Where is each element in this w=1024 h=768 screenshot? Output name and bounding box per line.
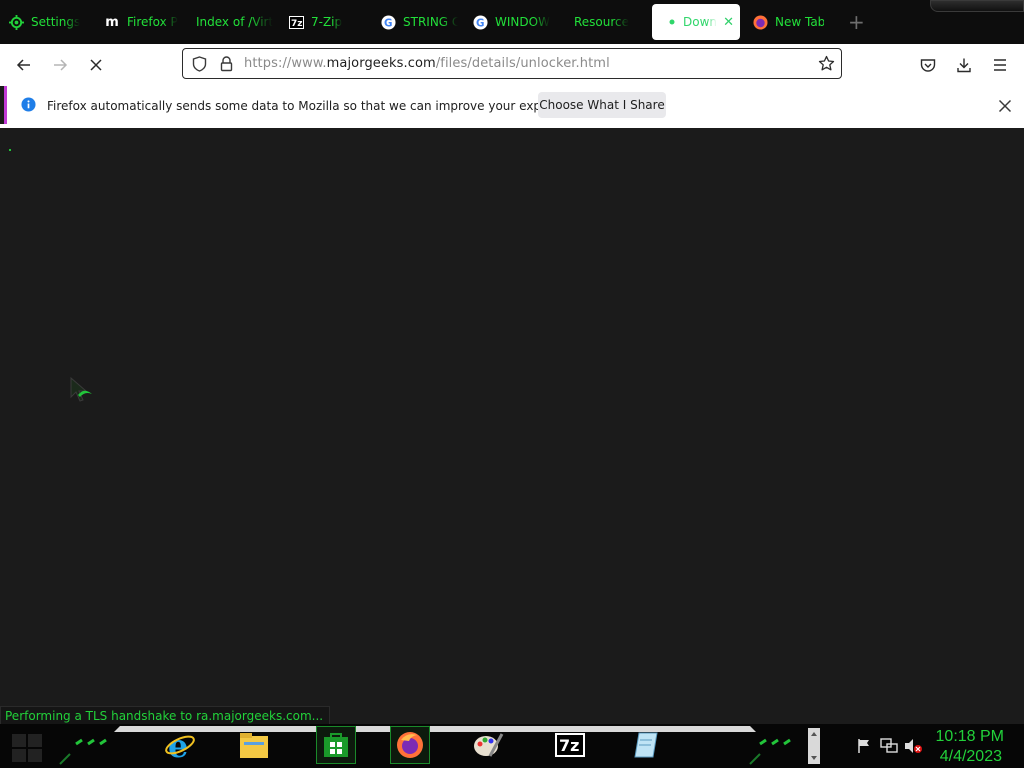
page-content[interactable] [0, 128, 1024, 724]
url-prefix: https://www. [244, 56, 327, 71]
gear-icon [8, 14, 24, 30]
paint-icon[interactable] [468, 726, 508, 764]
tab-label: STRING C [403, 15, 458, 29]
notification-message: Firefox automatically sends some data to… [47, 99, 590, 113]
close-icon[interactable] [998, 98, 1012, 117]
svg-text:e: e [168, 729, 188, 761]
internet-explorer-icon[interactable]: e [160, 726, 200, 764]
stop-button[interactable] [84, 53, 108, 77]
tab-window[interactable]: G WINDOW [464, 4, 556, 40]
tab-label: Downl [683, 15, 718, 29]
mouse-cursor-icon [70, 376, 94, 409]
tracking-protection-shield-icon[interactable] [192, 56, 207, 76]
info-icon [21, 97, 36, 116]
bookmark-star-icon[interactable] [818, 55, 835, 76]
lock-icon[interactable] [220, 56, 233, 76]
tab-index-of[interactable]: Index of /Virt [188, 4, 280, 40]
clock-date[interactable]: 4/4/2023 [940, 748, 1002, 766]
tab-label: Index of /Virt [196, 15, 274, 29]
firefox-icon [752, 14, 768, 30]
svg-text:7z: 7z [559, 736, 579, 755]
tab-label: 7-Zip [311, 15, 343, 29]
google-icon: G [380, 14, 396, 30]
navigation-toolbar: https://www.majorgeeks.com/files/details… [0, 44, 1024, 86]
tab-new-tab[interactable]: New Tab [740, 4, 830, 40]
taskbar: e 7z 10:18 PM 4/4/2023 [0, 724, 1024, 768]
svg-text:G: G [476, 17, 484, 29]
choose-what-i-share-button[interactable]: Choose What I Share [538, 92, 666, 118]
url-domain: majorgeeks.com [326, 56, 436, 71]
firefox-window: Settings m Firefox P Index of /Virt 7z 7… [0, 0, 1024, 768]
tab-download[interactable]: Downl ✕ [652, 4, 740, 40]
start-button[interactable] [10, 732, 44, 764]
tab-label: WINDOW [495, 15, 550, 29]
tab-resource[interactable]: Resource [556, 4, 652, 40]
loading-dot [9, 149, 11, 151]
file-explorer-icon[interactable] [234, 726, 274, 764]
new-tab-button[interactable]: + [848, 12, 865, 32]
menu-button[interactable] [988, 53, 1012, 77]
action-center-flag-icon[interactable] [856, 738, 872, 758]
url-bar[interactable]: https://www.majorgeeks.com/files/details… [182, 48, 842, 79]
firefox-icon[interactable] [390, 726, 430, 764]
tab-firefox-p[interactable]: m Firefox P [96, 4, 188, 40]
back-button[interactable] [12, 53, 36, 77]
tab-strip: Settings m Firefox P Index of /Virt 7z 7… [0, 0, 1024, 44]
tab-string[interactable]: G STRING C [372, 4, 464, 40]
clock-time[interactable]: 10:18 PM [936, 728, 1004, 746]
m-logo-icon: m [105, 14, 119, 30]
7zip-icon: 7z [288, 14, 304, 30]
url-path: /files/details/unlocker.html [435, 56, 610, 71]
status-bar: Performing a TLS handshake to ra.majorge… [0, 706, 331, 726]
loading-dot-icon [668, 14, 676, 30]
telemetry-notification-bar: Firefox automatically sends some data to… [4, 86, 1024, 124]
url-text[interactable]: https://www.majorgeeks.com/files/details… [244, 56, 610, 71]
tab-7zip[interactable]: 7z 7-Zip [280, 4, 372, 40]
tab-label: Settings [31, 15, 81, 29]
google-icon: G [472, 14, 488, 30]
pocket-button[interactable] [916, 53, 940, 77]
tab-label: New Tab [775, 15, 824, 29]
store-icon[interactable] [316, 726, 356, 764]
downloads-button[interactable] [952, 53, 976, 77]
tab-settings[interactable]: Settings [0, 4, 96, 40]
7zip-icon[interactable]: 7z [550, 726, 590, 764]
tab-label: Resource [574, 15, 630, 29]
volume-muted-icon[interactable] [904, 738, 922, 758]
svg-text:7z: 7z [291, 19, 303, 29]
notepad-icon[interactable] [626, 726, 666, 764]
forward-button[interactable] [48, 53, 72, 77]
network-icon[interactable] [880, 738, 898, 758]
tab-label: Firefox P [127, 15, 178, 29]
close-icon[interactable]: ✕ [723, 15, 734, 30]
window-frame-decoration [930, 0, 1024, 12]
svg-text:G: G [384, 17, 392, 29]
